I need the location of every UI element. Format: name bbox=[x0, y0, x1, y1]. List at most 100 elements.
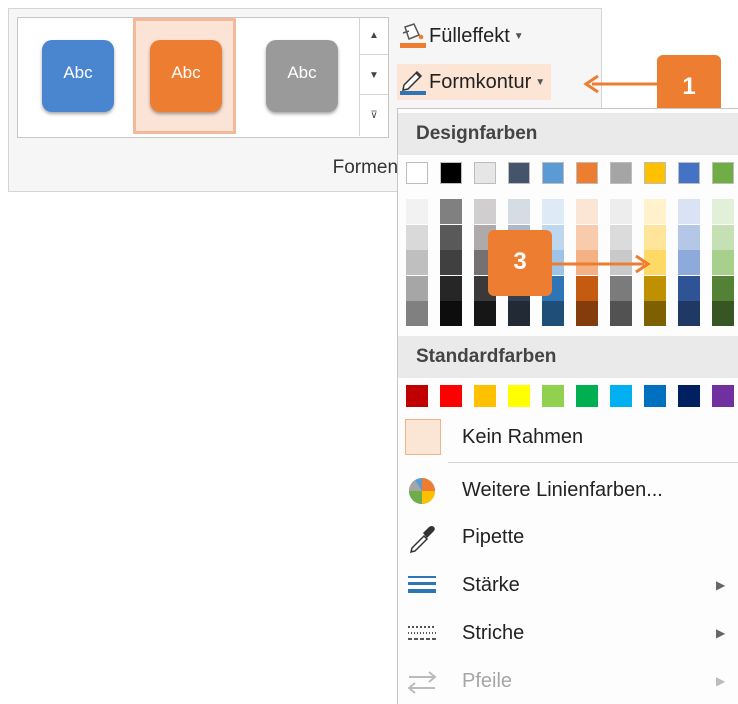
shade-swatch[interactable] bbox=[712, 301, 734, 326]
theme-color-swatch[interactable] bbox=[644, 162, 666, 184]
shade-swatch[interactable] bbox=[678, 301, 700, 326]
shape-style-blue[interactable]: Abc bbox=[25, 18, 128, 134]
shape-style-gray[interactable]: Abc bbox=[249, 18, 352, 134]
shade-swatch[interactable] bbox=[712, 224, 734, 250]
dash-style-icon bbox=[407, 619, 437, 647]
shade-swatch[interactable] bbox=[406, 301, 428, 326]
theme-color-swatch[interactable] bbox=[678, 162, 700, 184]
scroll-down-button[interactable]: ▼ bbox=[360, 57, 388, 95]
style-preview: Abc bbox=[150, 40, 222, 112]
theme-color-swatch[interactable] bbox=[610, 162, 632, 184]
weight-label: Stärke bbox=[462, 574, 520, 596]
fill-effect-button[interactable]: Fülleffekt ▼ bbox=[397, 18, 530, 54]
shade-swatch[interactable] bbox=[576, 275, 598, 301]
shade-swatch[interactable] bbox=[610, 199, 632, 224]
theme-color-swatch[interactable] bbox=[474, 162, 496, 184]
shade-swatch[interactable] bbox=[440, 224, 462, 250]
arrows-label: Pfeile bbox=[462, 670, 513, 692]
shade-swatch[interactable] bbox=[474, 199, 496, 224]
theme-color-swatch[interactable] bbox=[712, 162, 734, 184]
shade-swatch[interactable] bbox=[610, 224, 632, 250]
no-outline-label: Kein Rahmen bbox=[462, 426, 584, 448]
pen-outline-icon bbox=[397, 67, 429, 97]
shade-swatch[interactable] bbox=[712, 199, 734, 224]
dashes-label: Striche bbox=[462, 622, 525, 644]
shade-swatch[interactable] bbox=[508, 301, 530, 326]
theme-color-swatch[interactable] bbox=[542, 162, 564, 184]
more-line-colors-label: Weitere Linienfarben... bbox=[462, 479, 663, 501]
design-colors-header: Designfarben bbox=[398, 113, 738, 155]
gallery-more-button[interactable]: ⊽ bbox=[360, 97, 388, 135]
standard-color-swatch[interactable] bbox=[474, 385, 496, 407]
shade-swatch[interactable] bbox=[406, 224, 428, 250]
shade-swatch[interactable] bbox=[542, 301, 564, 326]
shade-swatch[interactable] bbox=[644, 301, 666, 326]
eyedropper-item[interactable]: Pipette bbox=[398, 514, 738, 560]
shade-swatch[interactable] bbox=[678, 275, 700, 301]
eyedropper-icon bbox=[407, 523, 437, 554]
standard-color-swatch[interactable] bbox=[508, 385, 530, 407]
theme-color-swatch[interactable] bbox=[576, 162, 598, 184]
shade-swatch[interactable] bbox=[508, 199, 530, 224]
dashes-item[interactable]: Striche ▶ bbox=[398, 610, 738, 656]
no-outline-item[interactable]: Kein Rahmen bbox=[398, 414, 738, 460]
no-outline-swatch-icon bbox=[405, 419, 441, 455]
chevron-down-icon: ▼ bbox=[513, 30, 524, 42]
callout-3-arrow-icon bbox=[552, 254, 651, 274]
shade-swatch[interactable] bbox=[576, 199, 598, 224]
shade-swatch[interactable] bbox=[406, 250, 428, 275]
standard-colors-header: Standardfarben bbox=[398, 336, 738, 378]
menu-divider bbox=[448, 462, 738, 463]
theme-color-swatch[interactable] bbox=[406, 162, 428, 184]
arrows-item[interactable]: Pfeile ▶ bbox=[398, 658, 738, 704]
shape-outline-label: Formkontur bbox=[429, 70, 532, 93]
standard-color-swatch[interactable] bbox=[610, 385, 632, 407]
scroll-up-button[interactable]: ▲ bbox=[360, 17, 388, 55]
theme-color-swatch[interactable] bbox=[440, 162, 462, 184]
shade-swatch[interactable] bbox=[440, 199, 462, 224]
chevron-down-icon: ▼ bbox=[535, 76, 546, 88]
shade-swatch[interactable] bbox=[440, 250, 462, 275]
shade-swatch[interactable] bbox=[678, 224, 700, 250]
shade-swatch[interactable] bbox=[644, 224, 666, 250]
shade-swatch[interactable] bbox=[712, 250, 734, 275]
fill-effect-label: Fülleffekt bbox=[429, 24, 510, 47]
weight-item[interactable]: Stärke ▶ bbox=[398, 562, 738, 608]
submenu-arrow-icon: ▶ bbox=[716, 578, 726, 592]
submenu-arrow-icon: ▶ bbox=[716, 626, 726, 640]
standard-color-swatch[interactable] bbox=[406, 385, 428, 407]
style-preview: Abc bbox=[266, 40, 338, 112]
shade-swatch[interactable] bbox=[474, 301, 496, 326]
gallery-scroll: ▲ ▼ ⊽ bbox=[359, 17, 388, 136]
line-weight-icon bbox=[407, 571, 437, 599]
standard-color-swatch[interactable] bbox=[576, 385, 598, 407]
shape-outline-button[interactable]: Formkontur ▼ bbox=[397, 64, 552, 100]
shade-swatch[interactable] bbox=[576, 224, 598, 250]
arrow-style-icon bbox=[407, 667, 437, 695]
shade-swatch[interactable] bbox=[610, 301, 632, 326]
shade-swatch[interactable] bbox=[542, 199, 564, 224]
shade-swatch[interactable] bbox=[406, 199, 428, 224]
standard-color-swatch[interactable] bbox=[678, 385, 700, 407]
eyedropper-label: Pipette bbox=[462, 526, 525, 548]
theme-color-swatch[interactable] bbox=[508, 162, 530, 184]
style-preview: Abc bbox=[42, 40, 114, 112]
shade-swatch[interactable] bbox=[440, 301, 462, 326]
shade-swatch[interactable] bbox=[678, 199, 700, 224]
callout-3: 3 bbox=[488, 230, 552, 296]
shade-swatch[interactable] bbox=[678, 250, 700, 275]
shade-swatch[interactable] bbox=[644, 199, 666, 224]
shape-style-orange[interactable]: Abc bbox=[133, 18, 236, 134]
more-line-colors-item[interactable]: Weitere Linienfarben... bbox=[398, 467, 738, 513]
shade-swatch[interactable] bbox=[576, 301, 598, 326]
standard-color-swatch[interactable] bbox=[712, 385, 734, 407]
standard-color-swatch[interactable] bbox=[440, 385, 462, 407]
shade-swatch[interactable] bbox=[610, 275, 632, 301]
shade-swatch[interactable] bbox=[712, 275, 734, 301]
shade-swatch[interactable] bbox=[406, 275, 428, 301]
shade-swatch[interactable] bbox=[644, 275, 666, 301]
standard-color-swatch[interactable] bbox=[644, 385, 666, 407]
paint-bucket-icon bbox=[397, 21, 429, 51]
shade-swatch[interactable] bbox=[440, 275, 462, 301]
standard-color-swatch[interactable] bbox=[542, 385, 564, 407]
